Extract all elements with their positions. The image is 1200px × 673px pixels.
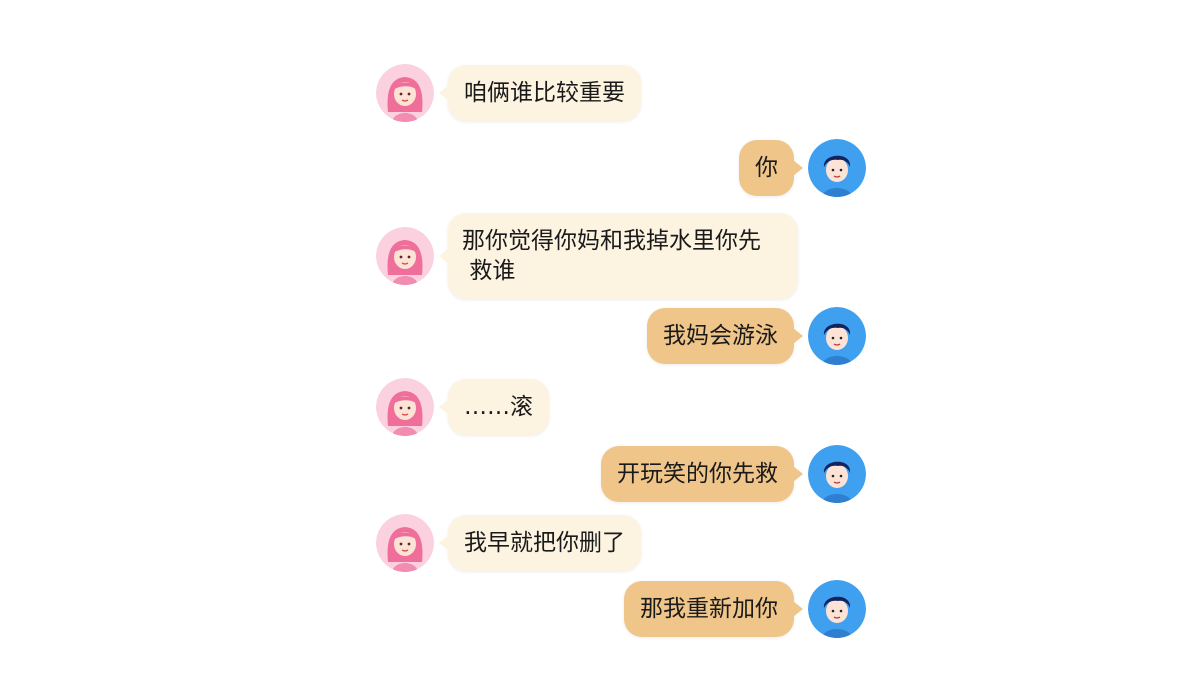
- message-row: 那我重新加你: [624, 580, 866, 638]
- message-bubble[interactable]: 那我重新加你: [624, 581, 803, 637]
- girl-avatar[interactable]: [376, 227, 434, 285]
- message-bubble[interactable]: ……滚: [439, 379, 549, 435]
- chat-conversation: 咱俩谁比较重要 你 那你觉得你妈和我掉水里你先 救谁 我妈会游泳 ……滚 开玩笑…: [0, 0, 1200, 673]
- boy-avatar[interactable]: [808, 307, 866, 365]
- girl-avatar[interactable]: [376, 64, 434, 122]
- message-row: 开玩笑的你先救: [601, 445, 866, 503]
- boy-avatar[interactable]: [808, 139, 866, 197]
- girl-avatar[interactable]: [376, 378, 434, 436]
- message-row: 那你觉得你妈和我掉水里你先 救谁: [376, 213, 798, 299]
- message-row: ……滚: [376, 378, 549, 436]
- message-row: 你: [739, 139, 866, 197]
- girl-avatar[interactable]: [376, 514, 434, 572]
- message-bubble[interactable]: 我妈会游泳: [647, 308, 803, 364]
- message-bubble[interactable]: 那你觉得你妈和我掉水里你先 救谁: [439, 213, 798, 299]
- message-bubble[interactable]: 你: [739, 140, 803, 196]
- message-bubble[interactable]: 开玩笑的你先救: [601, 446, 803, 502]
- message-bubble[interactable]: 咱俩谁比较重要: [439, 65, 641, 121]
- message-row: 我妈会游泳: [647, 307, 866, 365]
- message-row: 咱俩谁比较重要: [376, 64, 641, 122]
- boy-avatar[interactable]: [808, 580, 866, 638]
- message-row: 我早就把你删了: [376, 514, 641, 572]
- message-bubble[interactable]: 我早就把你删了: [439, 515, 641, 571]
- boy-avatar[interactable]: [808, 445, 866, 503]
